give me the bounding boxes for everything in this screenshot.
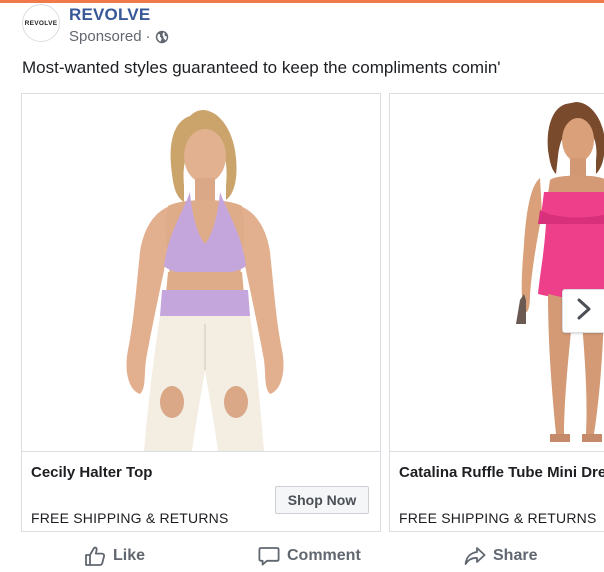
page-name-link[interactable]: REVOLVE — [69, 5, 150, 25]
globe-icon[interactable] — [155, 30, 169, 44]
card-title[interactable]: Catalina Ruffle Tube Mini Dress — [399, 464, 604, 481]
product-image[interactable] — [390, 94, 604, 452]
share-label: Share — [493, 547, 538, 564]
model-pink-ruffle-dress-photo — [390, 94, 604, 451]
like-button[interactable]: Like — [84, 542, 145, 570]
card-subtitle: FREE SHIPPING & RETURNS — [31, 510, 229, 526]
speech-bubble-icon — [258, 545, 280, 567]
thumbs-up-icon — [84, 545, 106, 567]
card-title[interactable]: Cecily Halter Top — [31, 464, 152, 481]
model-lavender-halter-top-photo — [22, 94, 380, 451]
product-image[interactable] — [22, 94, 380, 452]
carousel-next-button[interactable] — [562, 289, 604, 333]
post-message: Most-wanted styles guaranteed to keep th… — [22, 58, 501, 77]
page-avatar[interactable]: REVOLVE — [22, 4, 60, 42]
separator-dot: · — [145, 28, 151, 45]
sponsored-label[interactable]: Sponsored — [69, 28, 142, 45]
share-arrow-icon — [464, 545, 486, 567]
sponsored-line: Sponsored · — [69, 28, 169, 45]
post-header: REVOLVE REVOLVE Sponsored · — [22, 4, 582, 45]
chevron-right-icon — [576, 298, 592, 325]
top-accent-strip — [0, 0, 604, 3]
comment-button[interactable]: Comment — [258, 542, 361, 570]
card-subtitle: FREE SHIPPING & RETURNS — [399, 510, 597, 526]
carousel-card[interactable]: Cecily Halter Top FREE SHIPPING & RETURN… — [21, 93, 381, 532]
carousel: Cecily Halter Top FREE SHIPPING & RETURN… — [21, 93, 604, 533]
avatar-logo-text: REVOLVE — [24, 19, 58, 27]
shop-now-button[interactable]: Shop Now — [275, 486, 369, 514]
comment-label: Comment — [287, 547, 361, 564]
share-button[interactable]: Share — [464, 542, 537, 570]
like-label: Like — [113, 547, 146, 564]
post-actions-bar: Like Comment Share — [0, 538, 604, 572]
